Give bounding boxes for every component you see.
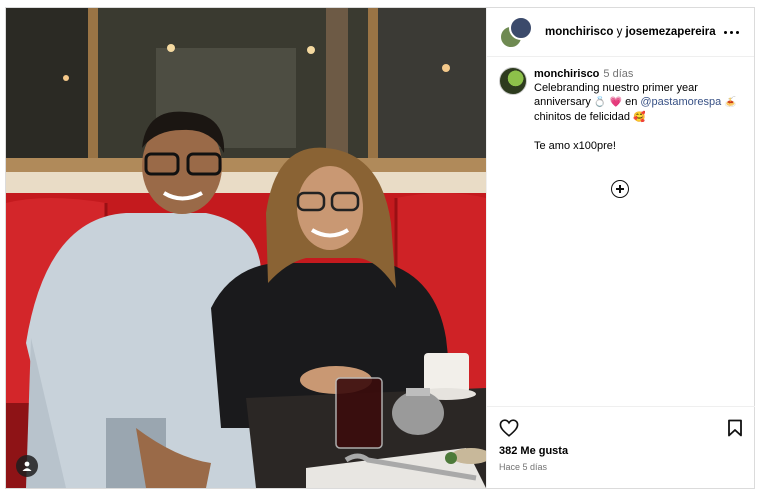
caption-body: monchirisco 5 días Celebranding nuestro p… [534, 67, 742, 153]
caption-emoji: 🥰 [633, 112, 646, 123]
post-timestamp: Hace 5 días [499, 462, 548, 472]
collab-avatars[interactable] [499, 16, 533, 49]
plus-circle-icon[interactable] [611, 180, 629, 198]
heart-icon[interactable] [499, 419, 519, 437]
username-link[interactable]: josemezapereira [626, 26, 716, 38]
post-dialog: monchirisco y josemezapereira monchirisc… [5, 7, 755, 489]
tagged-users-button[interactable] [16, 455, 38, 477]
photo-illustration [6, 8, 486, 488]
post-header: monchirisco y josemezapereira [487, 8, 754, 57]
caption-text: en [622, 96, 641, 108]
likes-count[interactable]: 382 Me gusta [499, 445, 743, 457]
avatar[interactable] [499, 67, 527, 95]
more-horizontal-icon [723, 30, 739, 34]
post-caption: monchirisco 5 días Celebranding nuestro p… [487, 57, 754, 153]
post-photo [6, 8, 486, 488]
names-separator: y [613, 26, 626, 38]
caption-text: chinitos de felicidad [534, 111, 634, 123]
more-options-button[interactable] [720, 21, 742, 43]
caption-emoji: 💍 💗 [593, 97, 623, 108]
caption-username[interactable]: monchirisco [534, 68, 599, 80]
post-side-panel: monchirisco y josemezapereira monchirisc… [486, 8, 755, 488]
action-row [499, 417, 743, 439]
post-actions: 382 Me gusta Hace 5 días [487, 406, 755, 488]
username-link[interactable]: monchirisco [545, 26, 613, 38]
mention-link[interactable]: @pastamorespa [640, 96, 721, 108]
caption-emoji: 🍝 [724, 97, 737, 108]
caption-time: 5 días [603, 68, 634, 80]
collaborator-names: monchirisco y josemezapereira [545, 26, 720, 38]
bookmark-icon[interactable] [727, 419, 743, 437]
avatar[interactable] [509, 16, 533, 40]
caption-extra-line: Te amo x100pre! [534, 140, 616, 152]
user-tag-icon [22, 461, 32, 471]
